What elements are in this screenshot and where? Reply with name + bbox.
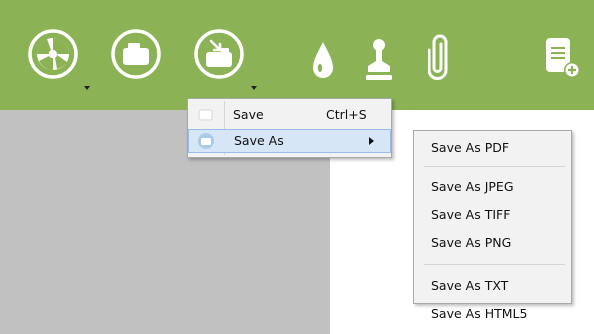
menu-item-label: Save As: [234, 133, 284, 148]
dropdown-arrow-icon: [251, 86, 257, 90]
menu-separator: [424, 166, 565, 167]
main-menu-button[interactable]: [27, 28, 90, 90]
drop-icon: [313, 42, 333, 78]
add-document-button[interactable]: [544, 36, 584, 82]
save-button[interactable]: [193, 28, 257, 90]
menu-separator: [424, 264, 565, 265]
menu-item-save-as-jpeg[interactable]: Save As JPEG: [431, 179, 514, 194]
aperture-icon: [28, 29, 78, 79]
save-as-icon: [198, 133, 214, 149]
fill-button[interactable]: [310, 38, 336, 82]
add-document-icon: [546, 38, 580, 78]
attach-button[interactable]: [428, 34, 448, 82]
menu-item-shortcut: Ctrl+S: [326, 107, 367, 122]
menu-item-save-as[interactable]: Save As: [188, 129, 391, 153]
menu-item-save-as-tiff[interactable]: Save As TIFF: [431, 207, 510, 222]
open-button[interactable]: [110, 28, 162, 80]
menu-item-label: Save: [233, 107, 264, 122]
stamp-button[interactable]: [364, 36, 394, 82]
save-icon: [194, 29, 244, 79]
menu-item-save-as-html5[interactable]: Save As HTML5: [431, 306, 527, 321]
save-as-submenu: Save As PDF Save As JPEG Save As TIFF Sa…: [413, 130, 572, 321]
menu-item-save-as-png[interactable]: Save As PNG: [431, 235, 511, 250]
save-menu: Save Ctrl+S Save As: [187, 98, 392, 158]
save-icon: [198, 109, 213, 121]
menu-item-save-as-txt[interactable]: Save As TXT: [431, 278, 508, 293]
toolbar: [0, 0, 594, 110]
menu-item-save[interactable]: Save Ctrl+S: [188, 103, 391, 127]
menu-item-save-as-pdf[interactable]: Save As PDF: [431, 140, 509, 155]
stamp-icon: [366, 39, 392, 80]
dropdown-arrow-icon: [84, 86, 90, 90]
paperclip-icon: [428, 34, 448, 80]
submenu-arrow-icon: [369, 137, 374, 145]
open-folder-icon: [111, 29, 161, 79]
